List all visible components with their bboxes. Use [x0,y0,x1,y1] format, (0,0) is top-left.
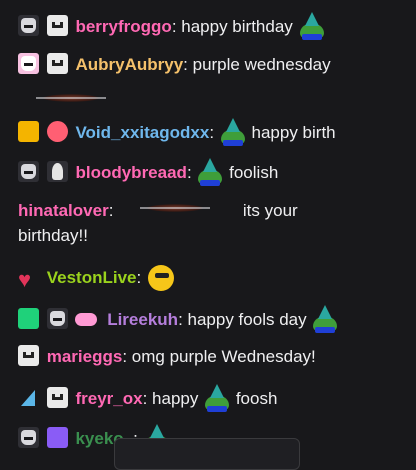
crown-badge-icon[interactable] [18,121,39,142]
sunglasses-smiley-emote[interactable] [146,263,178,291]
chat-username[interactable]: Void_xxitagodxx [75,123,209,142]
chat-text: happy birthday [176,17,293,36]
chat-username[interactable]: berryfroggo [75,17,171,36]
chat-message-continuation: birthday!! [18,226,408,246]
chat-message: VestonLive: [18,263,408,291]
monster-badge-icon[interactable] [18,15,39,36]
chat-paused-overlay[interactable] [114,438,300,470]
chat-username[interactable]: freyr_ox [75,389,142,408]
party-frog-emote[interactable] [196,158,224,186]
chat-feed: berryfroggo: happy birthday AubryAubryy:… [0,0,416,470]
party-frog-emote[interactable] [203,384,231,412]
chat-message: berryfroggo: happy birthday [18,12,408,40]
chat-message: Lireekuh: happy fools day [18,305,408,333]
chat-username[interactable]: Lireekuh [107,310,178,329]
chat-separator: : [186,163,192,182]
chat-message: AubryAubryy: purple wednesday [18,53,408,75]
party-frog-emote[interactable] [311,305,339,333]
chat-message: marieggs: omg purple Wednesday! [18,345,408,367]
face-badge-icon[interactable] [46,53,68,74]
chat-separator: : [136,268,142,287]
party-frog-emote[interactable] [219,118,247,146]
chat-text: foolish [224,163,279,182]
spinning-disc-emote[interactable] [36,90,106,104]
chat-message-continuation [36,90,408,111]
monster-badge-icon[interactable] [18,427,39,448]
chat-text: its your [242,201,298,220]
party-frog-emote[interactable] [298,12,326,40]
chat-message: bloodybreaad: foolish [18,158,408,186]
chat-text: omg purple Wednesday! [127,347,316,366]
chat-text: purple wednesday [187,55,331,74]
spinning-disc-emote[interactable] [140,200,211,214]
chat-text: happy fools day [182,310,307,329]
face-badge-icon[interactable] [46,387,68,408]
chat-text: foosh [235,389,278,408]
face-badge-icon[interactable] [18,345,39,366]
monster-badge-icon[interactable] [18,161,39,182]
chat-separator: : [209,123,215,142]
sword-badge-icon[interactable] [18,308,39,329]
cloud-badge-icon[interactable] [75,308,99,329]
face-badge-icon[interactable] [46,15,68,36]
monster-badge-icon[interactable] [18,53,39,74]
shark-badge-icon[interactable] [18,387,39,408]
chat-username[interactable]: AubryAubryy [75,55,183,74]
chat-username[interactable]: hinatalover [18,201,109,220]
cake-badge-icon[interactable] [46,427,68,448]
chat-username[interactable]: VestonLive [47,268,137,287]
chat-text: happy birth [246,123,336,142]
monster-badge-icon[interactable] [46,308,68,329]
heart-badge-icon[interactable] [18,269,39,290]
chat-text: happy [147,389,199,408]
chat-username[interactable]: marieggs [47,347,123,366]
chat-message: Void_xxitagodxx: happy birth [18,118,408,146]
chat-message: freyr_ox: happy foosh [18,384,408,412]
chat-message: hinatalover: its your [18,200,408,221]
chat-text: birthday!! [18,226,88,245]
ghost-badge-icon[interactable] [46,161,68,182]
heart-badge-icon[interactable] [46,121,68,142]
chat-username[interactable]: bloodybreaad [75,163,186,182]
chat-separator: : [108,201,114,220]
